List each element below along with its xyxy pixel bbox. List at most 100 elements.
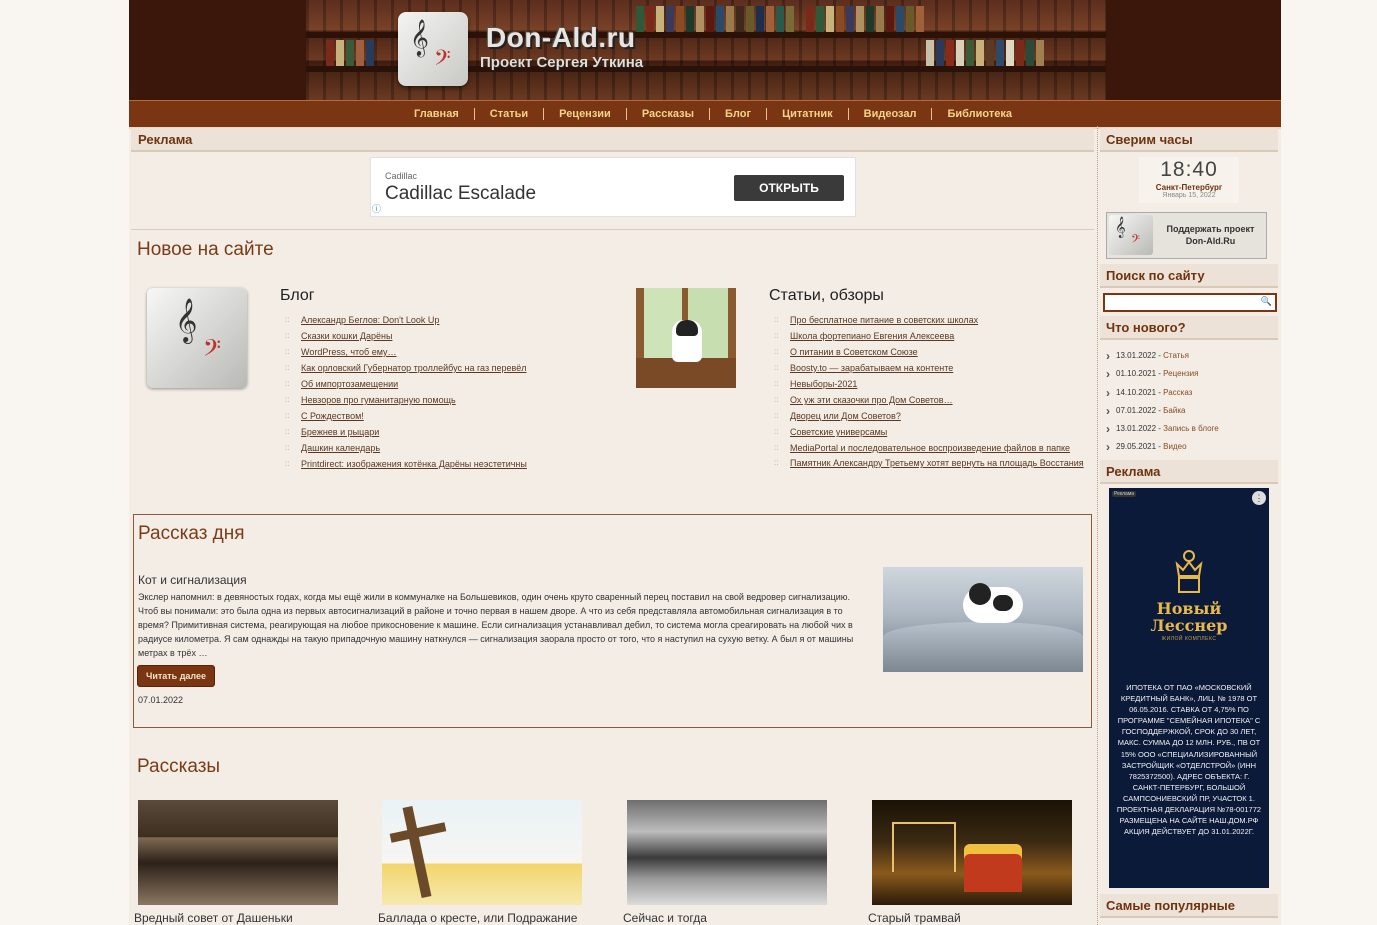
nav-home[interactable]: Главная <box>399 108 474 120</box>
site-title: Don-Ald.ru <box>486 22 636 53</box>
search-icon[interactable]: 🔍 <box>1261 296 1272 307</box>
blog-link[interactable]: WordPress, чтоб ему… <box>301 347 397 357</box>
list-item: Памятник Александру Третьему хотят верну… <box>770 456 1088 470</box>
story-image[interactable] <box>883 567 1083 672</box>
article-link[interactable]: Про бесплатное питание в советских школа… <box>790 315 978 325</box>
whats-new-link[interactable]: Рецензия <box>1163 369 1198 378</box>
blog-link[interactable]: Сказки кошки Дарёны <box>301 331 392 341</box>
section-title-new: Новое на сайте <box>137 239 274 260</box>
popular-heading: Самые популярные <box>1100 894 1278 918</box>
whats-new-link[interactable]: Рассказ <box>1163 388 1192 397</box>
ad-open-button[interactable]: ОТКРЫТЬ <box>734 175 844 201</box>
ad-info-icon[interactable]: ⓘ <box>372 202 381 215</box>
list-item: Невыборы-2021 <box>770 376 1088 392</box>
ad-brand-name: Новый Лесснер <box>1150 599 1228 635</box>
list-item: WordPress, чтоб ему… <box>281 344 611 360</box>
nav-stories[interactable]: Рассказы <box>627 108 709 120</box>
nav-library[interactable]: Библиотека <box>932 108 1027 120</box>
blog-link[interactable]: Невзоров про гуманитарную помощь <box>301 395 456 405</box>
list-item: Невзоров про гуманитарную помощь <box>281 392 611 408</box>
list-item: Сказки кошки Дарёны <box>281 328 611 344</box>
story-excerpt: Экслер напомнил: в девяностых годах, ког… <box>138 592 854 658</box>
ad-title[interactable]: Cadillac Escalade <box>385 183 536 205</box>
clock-city: Санкт-Петербург <box>1155 183 1223 192</box>
sidebar-ad-banner[interactable]: Реклама ⋮ Новый Лесснер ЖИЛОЙ КОМПЛЕКС И… <box>1109 488 1269 888</box>
clock-heading: Сверим часы <box>1100 128 1278 152</box>
story-thumbnail[interactable] <box>627 800 827 905</box>
list-item: Как орловский Губернатор троллейбус на г… <box>281 360 611 376</box>
articles-thumbnail[interactable] <box>636 288 736 388</box>
articles-link-list: Про бесплатное питание в советских школа… <box>770 312 1088 470</box>
story-caption[interactable]: Баллада о кресте, или Подражание <box>378 911 577 925</box>
list-item: Советские универсамы <box>770 424 1088 440</box>
article-link[interactable]: Школа фортепиано Евгения Алексеева <box>790 331 954 341</box>
story-title[interactable]: Кот и сигнализация <box>138 573 247 587</box>
list-item: Александр Беглов: Don't Look Up <box>281 312 611 328</box>
list-item: Дашкин календарь <box>281 440 611 456</box>
clock-time: 18:40 <box>1160 158 1218 181</box>
whats-new-link[interactable]: Видео <box>1163 442 1186 451</box>
nav-reviews[interactable]: Рецензии <box>544 108 626 120</box>
nav-video[interactable]: Видеозал <box>849 108 932 120</box>
blog-link[interactable]: Дашкин календарь <box>301 443 380 453</box>
blog-link-list: Александр Беглов: Don't Look Up Сказки к… <box>281 312 611 472</box>
ad-tag: Реклама <box>1112 491 1137 497</box>
donate-label: Поддержать проект Don-Ald.Ru <box>1166 224 1255 246</box>
site-container: 𝄞 𝄢 Don-Ald.ru Проект Сергея Уткина Главн… <box>129 0 1281 925</box>
list-item: Об импортозамещении <box>281 376 611 392</box>
story-caption[interactable]: Сейчас и тогда <box>623 911 707 925</box>
whats-new-link[interactable]: Запись в блоге <box>1163 424 1219 433</box>
logo-icon: 𝄞 𝄢 <box>398 12 468 86</box>
nav-blog[interactable]: Блог <box>710 108 766 120</box>
article-link[interactable]: Памятник Александру Третьему хотят верну… <box>790 458 1084 468</box>
list-item: Школа фортепиано Евгения Алексеева <box>770 328 1088 344</box>
blog-link[interactable]: Александр Беглов: Don't Look Up <box>301 315 439 325</box>
read-more-button[interactable]: Читать далее <box>137 665 216 687</box>
clock-widget[interactable]: 18:40 Санкт-Петербург Январь 15, 2022 <box>1139 157 1239 203</box>
search-input[interactable] <box>1105 295 1261 308</box>
ad-brand-sub: ЖИЛОЙ КОМПЛЕКС <box>1161 636 1217 642</box>
story-caption[interactable]: Старый трамвай <box>868 911 961 925</box>
article-link[interactable]: Невыборы-2021 <box>790 379 857 389</box>
list-item: 13.01.2022 - Статья <box>1106 347 1219 366</box>
ad-banner[interactable]: Cadillac Cadillac Escalade ОТКРЫТЬ ⓘ <box>370 157 856 217</box>
article-link[interactable]: Boosty.to — зарабатываем на контенте <box>790 363 953 373</box>
list-item: 01.10.2021 - Рецензия <box>1106 365 1219 384</box>
articles-column-title[interactable]: Статьи, обзоры <box>769 287 884 305</box>
nav-quotes[interactable]: Цитатник <box>767 108 848 120</box>
article-link[interactable]: MediaPortal и последовательное воспроизв… <box>790 443 1070 453</box>
story-thumbnail[interactable] <box>382 800 582 905</box>
article-link[interactable]: О питании в Советском Союзе <box>790 347 918 357</box>
list-item: Ох уж эти сказочки про Дом Советов… <box>770 392 1088 408</box>
article-link[interactable]: Советские универсамы <box>790 427 887 437</box>
donate-button[interactable]: 𝄞 𝄢 Поддержать проект Don-Ald.Ru <box>1106 212 1267 259</box>
article-link[interactable]: Дворец или Дом Советов? <box>790 411 901 421</box>
story-of-the-day: Рассказ дня Кот и сигнализация Экслер на… <box>133 514 1092 728</box>
crown-icon <box>1175 550 1203 593</box>
blog-link[interactable]: С Рождеством! <box>301 411 364 421</box>
nav-articles[interactable]: Статьи <box>475 108 543 120</box>
blog-column-title[interactable]: Блог <box>280 287 315 305</box>
whats-new-list: 13.01.2022 - Статья 01.10.2021 - Рецензи… <box>1106 347 1219 457</box>
blog-link[interactable]: Printdirect: изображения котёнка Дарёны … <box>301 459 527 469</box>
clock-date: Январь 15, 2022 <box>1162 192 1216 199</box>
story-thumbnail[interactable] <box>138 800 338 905</box>
sidebar-ad-heading: Реклама <box>1100 460 1278 484</box>
header-banner[interactable]: 𝄞 𝄢 Don-Ald.ru Проект Сергея Уткина <box>306 0 1106 100</box>
whats-new-link[interactable]: Статья <box>1163 351 1189 360</box>
article-link[interactable]: Ох уж эти сказочки про Дом Советов… <box>790 395 953 405</box>
blog-link[interactable]: Брежнев и рыцари <box>301 427 379 437</box>
list-item: 29.05.2021 - Видео <box>1106 438 1219 457</box>
search-heading: Поиск по сайту <box>1100 264 1278 288</box>
main-navigation: Главная Статьи Рецензии Рассказы Блог Ци… <box>129 100 1281 129</box>
blog-link[interactable]: Как орловский Губернатор троллейбус на г… <box>301 363 527 373</box>
more-options-icon[interactable]: ⋮ <box>1252 491 1266 505</box>
whats-new-link[interactable]: Байка <box>1163 406 1185 415</box>
list-item: Printdirect: изображения котёнка Дарёны … <box>281 456 611 472</box>
list-item: 07.01.2022 - Байка <box>1106 402 1219 421</box>
story-caption[interactable]: Вредный совет от Дашеньки <box>134 911 293 925</box>
list-item: 13.01.2022 - Запись в блоге <box>1106 420 1219 439</box>
blog-thumbnail[interactable]: 𝄞 𝄢 <box>147 288 247 388</box>
story-thumbnail[interactable] <box>872 800 1072 905</box>
blog-link[interactable]: Об импортозамещении <box>301 379 398 389</box>
